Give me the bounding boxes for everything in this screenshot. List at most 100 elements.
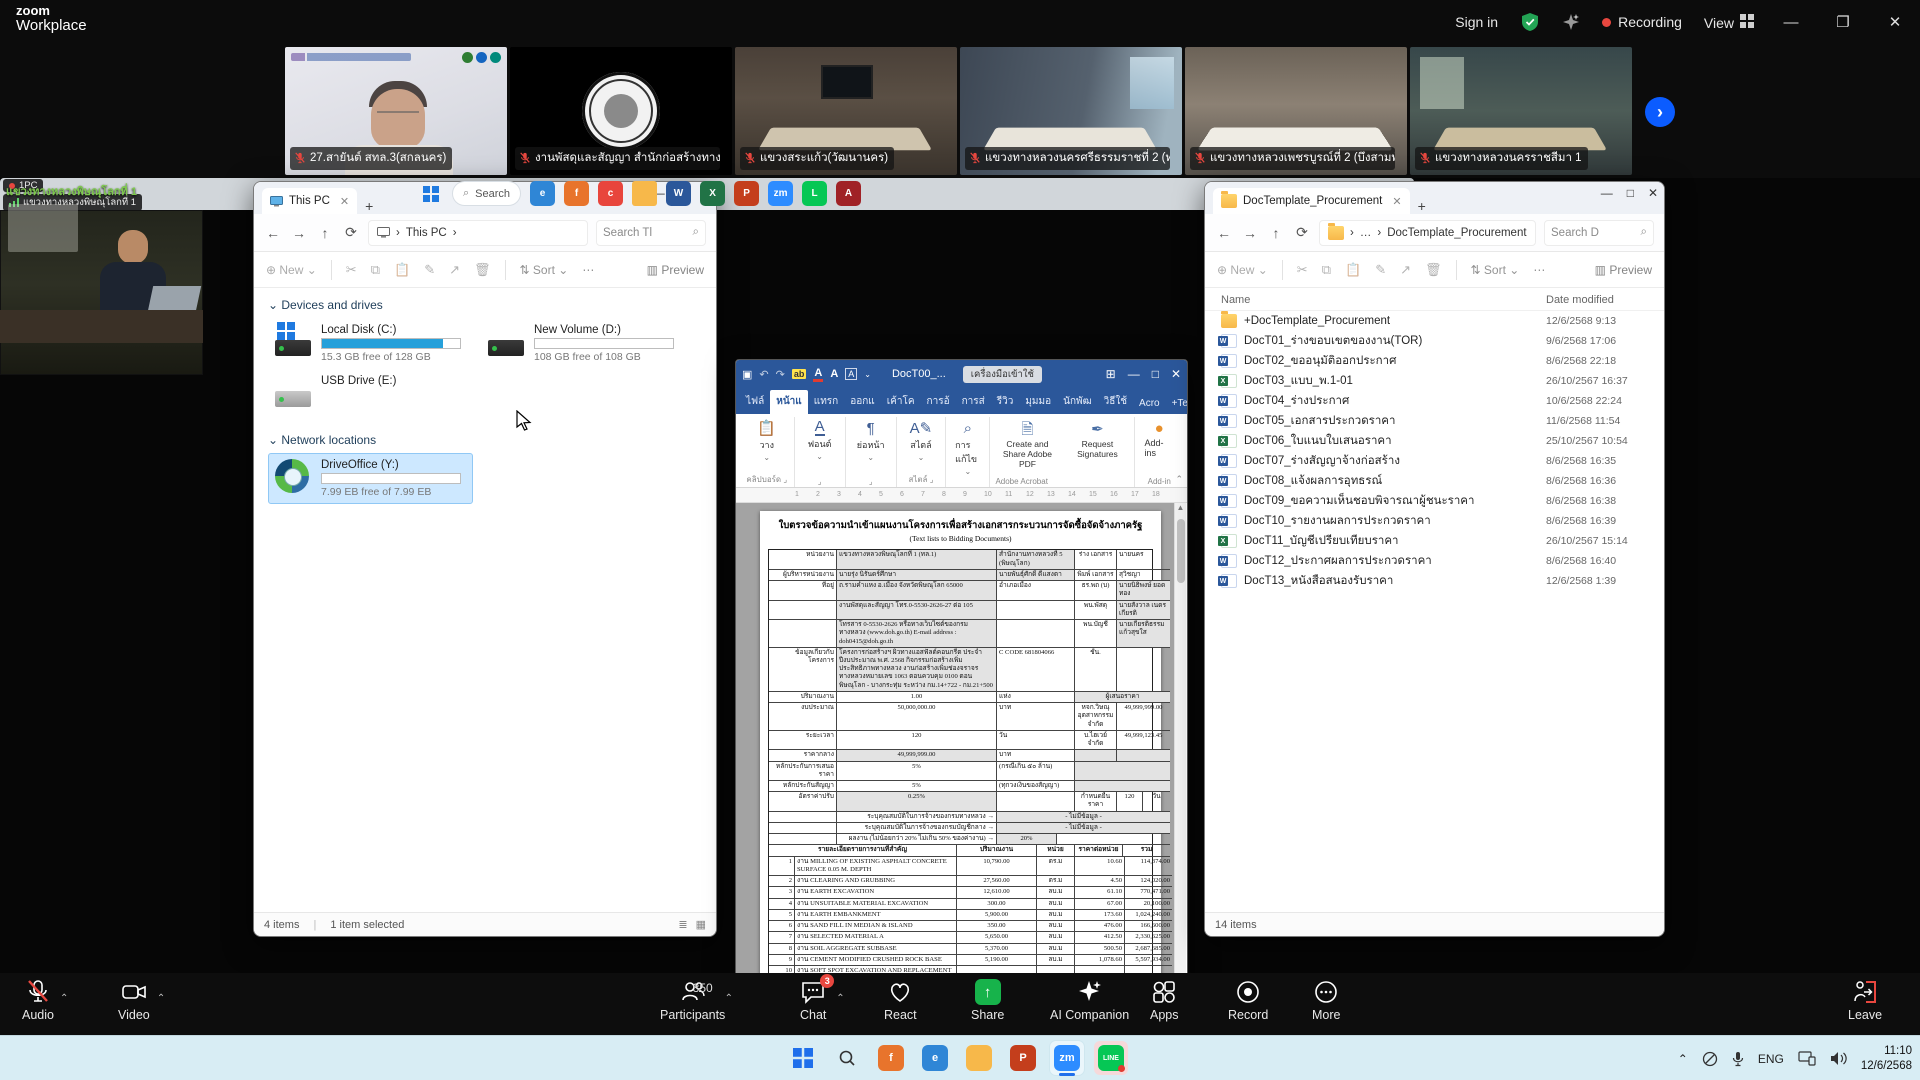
security-shield-icon[interactable] — [1520, 12, 1540, 32]
this-pc-tab[interactable]: This PC✕ — [262, 188, 357, 214]
video-button[interactable]: ⌃ Video — [118, 979, 150, 1022]
drive-tile[interactable]: New Volume (D:)108 GB free of 108 GB — [481, 318, 686, 369]
delete-icon[interactable]: 🗑 — [1425, 262, 1442, 278]
ribbon-tab-13[interactable]: +Ten — [1166, 394, 1188, 414]
share-icon[interactable]: ↗ — [449, 262, 460, 278]
styles-button[interactable]: A✎ สไตล์⌄ — [906, 419, 937, 463]
maximize-button[interactable]: □ — [1152, 367, 1159, 381]
ribbon-tab-4[interactable]: ออกแ — [844, 390, 881, 414]
ai-sparkle-icon[interactable] — [1562, 13, 1580, 31]
share-screen-button[interactable]: ↑ Share — [971, 979, 1004, 1022]
audio-options-chevron[interactable]: ⌃ — [60, 993, 68, 1004]
video-tile-2[interactable]: งานพัสดุและสัญญา สำนักก่อสร้างทาง... — [510, 47, 732, 175]
cut-icon[interactable]: ✂ — [1297, 262, 1308, 278]
sign-in-link[interactable]: Sign in — [1455, 14, 1498, 30]
column-name[interactable]: Name — [1221, 294, 1546, 306]
minimize-button[interactable]: — — [1601, 186, 1613, 200]
delete-icon[interactable]: 🗑 — [474, 262, 491, 278]
file-row[interactable]: DocT11_บัญชีเปรียบเทียบราคา26/10/2567 15… — [1205, 531, 1664, 551]
rename-icon[interactable]: ✎ — [1375, 262, 1386, 278]
breadcrumb[interactable]: › … › DocTemplate_Procurement — [1319, 220, 1536, 246]
chat-button[interactable]: 3 ⌃ Chat — [800, 979, 826, 1022]
microphone-tray-icon[interactable] — [1732, 1051, 1744, 1067]
sort-button[interactable]: ⇅ Sort ⌄ — [1471, 263, 1520, 277]
ribbon-tab-12[interactable]: Acro — [1133, 394, 1166, 414]
back-icon[interactable]: ← — [264, 225, 282, 241]
cut-icon[interactable]: ✂ — [346, 262, 357, 278]
taskbar-powerpoint-button[interactable]: P — [1006, 1041, 1040, 1075]
file-row[interactable]: DocT06_ใบแนบใบเสนอราคา25/10/2567 10:54 — [1205, 431, 1664, 451]
title-mode-pill[interactable]: เครื่องมือเข้าใช้ — [963, 366, 1042, 383]
ribbon-tab-5[interactable]: เค้าโค — [881, 390, 921, 414]
taskbar-edge-button[interactable]: e — [918, 1041, 952, 1075]
file-row[interactable]: +DocTemplate_Procurement12/6/2568 9:13 — [1205, 311, 1664, 331]
tab-close-icon[interactable]: ✕ — [340, 195, 349, 208]
taskbar-line-button[interactable]: LINE — [1094, 1041, 1128, 1075]
create-adobe-pdf-button[interactable]: 🗎 Create and Share Adobe PDF — [995, 421, 1059, 470]
ribbon-display-icon[interactable]: ⊞ — [1106, 367, 1116, 381]
close-button[interactable]: ✕ — [1880, 13, 1910, 31]
rename-icon[interactable]: ✎ — [424, 262, 435, 278]
file-row[interactable]: DocT04_ร่างประกาศ10/6/2568 22:24 — [1205, 391, 1664, 411]
request-signatures-button[interactable]: ✒ Request Signatures — [1065, 421, 1129, 460]
video-tile-4[interactable]: แขวงทางหลวงนครศรีธรรมราชที่ 2 (ทุ่ง... — [960, 47, 1182, 175]
drive-tile[interactable]: DriveOffice (Y:)7.99 EB free of 7.99 EB — [268, 453, 473, 504]
minimize-button[interactable]: — — [1776, 14, 1806, 31]
breadcrumb-current[interactable]: DocTemplate_Procurement — [1387, 227, 1526, 239]
new-button[interactable]: ⊕ New ⌄ — [266, 263, 317, 277]
paste-icon[interactable]: 📋 — [394, 262, 410, 278]
view-button[interactable]: View — [1704, 14, 1754, 31]
copy-icon[interactable]: ⧉ — [1322, 262, 1331, 278]
taskbar-clock[interactable]: 11:10 12/6/2568 — [1861, 1044, 1912, 1073]
column-date-modified[interactable]: Date modified — [1546, 294, 1664, 306]
new-tab-button[interactable]: + — [365, 198, 373, 214]
file-row[interactable]: DocT10_รายงานผลการประกวดราคา8/6/2568 16:… — [1205, 511, 1664, 531]
refresh-icon[interactable]: ⟳ — [1293, 224, 1311, 241]
paragraph-group-button[interactable]: ¶ ย่อหน้า⌄ — [853, 419, 889, 463]
taskbar-search[interactable]: ⌕Search — [452, 181, 521, 206]
ribbon-tab-11[interactable]: วิธีใช้ — [1098, 390, 1133, 414]
font-group-button[interactable]: A ฟอนต์⌄ — [804, 419, 836, 462]
scrollbar-thumb[interactable] — [1177, 519, 1185, 583]
file-row[interactable]: DocT09_ขอความเห็นชอบพิจารณาผู้ชนะราคา8/6… — [1205, 491, 1664, 511]
font-color-icon[interactable]: A — [813, 367, 823, 382]
taskbar-app-line-icon[interactable]: L — [802, 181, 827, 206]
paste-icon[interactable]: 📋 — [1345, 262, 1361, 278]
ribbon-tab-9[interactable]: มุมมอ — [1019, 390, 1057, 414]
file-row[interactable]: DocT05_เอกสารประกวดราคา11/6/2568 11:54 — [1205, 411, 1664, 431]
taskbar-firefox-button[interactable]: f — [874, 1041, 908, 1075]
drive-tile[interactable]: USB Drive (E:) — [268, 369, 473, 415]
word-window[interactable]: ▣ ↶ ↷ ab A A A ⌄ DocT00_... เครื่องมือเข… — [735, 359, 1188, 1080]
grow-font-icon[interactable]: A — [830, 368, 838, 380]
breadcrumb-ellipsis[interactable]: … — [1360, 227, 1372, 239]
minimize-button[interactable]: — — [1128, 367, 1140, 381]
taskbar-search-button[interactable] — [830, 1041, 864, 1075]
breadcrumb[interactable]: › This PC › — [368, 220, 588, 246]
video-tile-3[interactable]: แขวงสระแก้ว(วัฒนานคร) — [735, 47, 957, 175]
up-icon[interactable]: ↑ — [316, 225, 334, 241]
file-row[interactable]: DocT12_ประกาศผลการประกวดราคา8/6/2568 16:… — [1205, 551, 1664, 571]
highlight-color-icon[interactable]: ab — [792, 369, 807, 379]
hidden-icons-chevron[interactable]: ⌃ — [1678, 1052, 1688, 1066]
more-commands-button[interactable]: ⋯ — [582, 263, 594, 277]
speaker-icon[interactable] — [1830, 1051, 1847, 1066]
file-row[interactable]: DocT01_ร่างขอบเขตของงาน(TOR)9/6/2568 17:… — [1205, 331, 1664, 351]
redo-icon[interactable]: ↷ — [776, 368, 785, 381]
taskbar-folder-button[interactable] — [962, 1041, 996, 1075]
participants-button[interactable]: 350 ⌃ Participants — [660, 979, 725, 1022]
new-tab-button[interactable]: + — [1418, 198, 1426, 214]
save-icon[interactable]: ▣ — [742, 368, 752, 381]
speaker-video-overlay[interactable]: แขวงทางหลวงพิษณุโลกที่ 1 — [0, 210, 203, 375]
taskbar-app-firefox-icon[interactable]: f — [564, 181, 589, 206]
video-tile-5[interactable]: แขวงทางหลวงเพชรบูรณ์ที่ 2 (บึงสามพั... — [1185, 47, 1407, 175]
drive-tile[interactable]: Local Disk (C:)15.3 GB free of 128 GB — [268, 318, 473, 369]
start-button[interactable] — [418, 181, 443, 206]
share-icon[interactable]: ↗ — [1400, 262, 1411, 278]
taskbar-zoom-button[interactable]: zm — [1050, 1041, 1084, 1075]
tab-close-icon[interactable]: ✕ — [1392, 195, 1401, 208]
onedrive-paused-icon[interactable] — [1702, 1051, 1718, 1067]
large-icons-view-icon[interactable]: ▦ — [696, 918, 706, 931]
taskbar-app-powerpoint-icon[interactable]: P — [734, 181, 759, 206]
file-row[interactable]: DocT03_แบบ_พ.1-0126/10/2567 16:37 — [1205, 371, 1664, 391]
apps-button[interactable]: Apps — [1150, 979, 1179, 1022]
